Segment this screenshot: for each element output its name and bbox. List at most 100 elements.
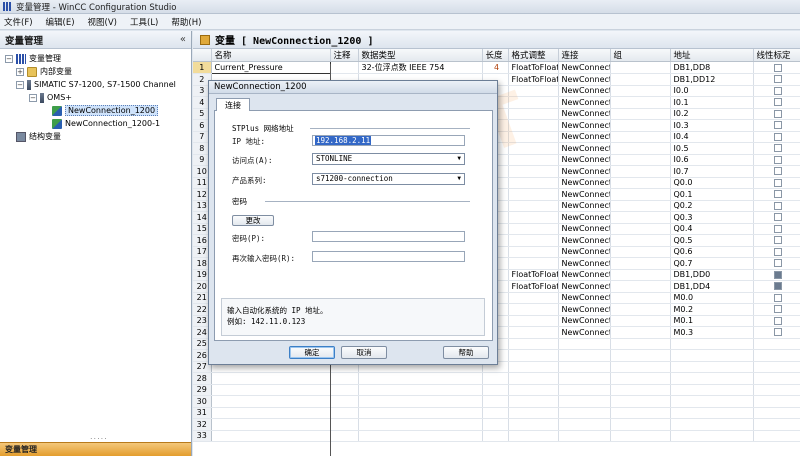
length-cell[interactable] (482, 384, 509, 396)
format-cell[interactable] (508, 131, 559, 143)
splitter-grip[interactable]: ..... (90, 432, 108, 441)
linear-scaling-cell[interactable] (753, 234, 800, 247)
address-cell[interactable] (670, 361, 754, 373)
connection-cell[interactable]: NewConnectio (558, 200, 611, 212)
format-cell[interactable] (508, 108, 559, 120)
dialog-title-bar[interactable]: NewConnection_1200 (209, 81, 497, 94)
address-cell[interactable]: I0.5 (670, 142, 754, 155)
connection-cell[interactable]: NewConnectio (558, 292, 611, 304)
group-cell[interactable] (610, 85, 671, 97)
connection-cell[interactable]: NewConnectio (558, 257, 611, 270)
address-cell[interactable]: I0.0 (670, 85, 754, 97)
group-cell[interactable] (610, 361, 671, 373)
linear-scaling-cell[interactable] (753, 269, 800, 281)
address-cell[interactable]: I0.3 (670, 119, 754, 132)
group-cell[interactable] (610, 211, 671, 224)
group-cell[interactable] (610, 430, 671, 442)
linear-scaling-checkbox[interactable] (774, 213, 782, 222)
datatype-cell[interactable] (358, 418, 483, 431)
linear-scaling-cell[interactable] (753, 211, 800, 224)
address-cell[interactable]: M0.1 (670, 315, 754, 327)
format-cell[interactable] (508, 418, 559, 431)
address-cell[interactable] (670, 407, 754, 419)
address-cell[interactable]: Q0.2 (670, 200, 754, 212)
tree-item-root[interactable]: − 变量管理 (0, 52, 191, 65)
format-cell[interactable] (508, 384, 559, 396)
group-cell[interactable] (610, 142, 671, 155)
linear-scaling-cell[interactable] (753, 257, 800, 270)
connection-cell[interactable]: NewConnectio (558, 61, 611, 74)
datatype-cell[interactable]: 32-位浮点数 IEEE 754 (358, 61, 483, 74)
linear-scaling-cell[interactable] (753, 85, 800, 97)
address-cell[interactable]: I0.7 (670, 165, 754, 178)
linear-scaling-cell[interactable] (753, 165, 800, 178)
linear-scaling-cell[interactable] (753, 349, 800, 362)
name-cell[interactable] (211, 407, 331, 419)
linear-scaling-checkbox[interactable] (774, 259, 782, 268)
group-cell[interactable] (610, 234, 671, 247)
comment-cell[interactable] (330, 418, 359, 431)
linear-scaling-cell[interactable] (753, 223, 800, 235)
format-cell[interactable] (508, 361, 559, 373)
address-cell[interactable]: I0.4 (670, 131, 754, 143)
address-cell[interactable]: DB1,DD8 (670, 61, 754, 74)
linear-scaling-cell[interactable] (753, 418, 800, 431)
datatype-cell[interactable] (358, 430, 483, 442)
tree-item-connection-1200-1[interactable]: NewConnection_1200-1 (0, 117, 191, 130)
linear-scaling-checkbox[interactable] (774, 236, 782, 245)
address-cell[interactable] (670, 418, 754, 431)
confirm-password-input[interactable] (312, 251, 465, 262)
linear-scaling-checkbox[interactable] (774, 98, 782, 107)
group-cell[interactable] (610, 108, 671, 120)
format-cell[interactable] (508, 315, 559, 327)
name-cell[interactable] (211, 430, 331, 442)
expand-toggle-icon[interactable]: + (16, 67, 24, 76)
connection-cell[interactable]: NewConnectio (558, 326, 611, 339)
format-cell[interactable] (508, 407, 559, 419)
linear-scaling-checkbox[interactable] (774, 305, 782, 314)
linear-scaling-checkbox[interactable] (774, 167, 782, 176)
group-cell[interactable] (610, 269, 671, 281)
ok-button[interactable]: 确定 (289, 346, 335, 359)
table-row[interactable]: 33 (193, 430, 800, 442)
linear-scaling-checkbox[interactable] (774, 178, 782, 187)
ip-address-input[interactable]: 192.168.2.11 (312, 135, 465, 146)
collapse-toggle-icon[interactable]: − (16, 80, 24, 89)
menu-help[interactable]: 帮助(H) (171, 16, 201, 28)
address-cell[interactable]: M0.2 (670, 303, 754, 316)
connection-cell[interactable]: NewConnectio (558, 131, 611, 143)
format-cell[interactable] (508, 326, 559, 339)
name-cell[interactable] (211, 384, 331, 396)
format-cell[interactable] (508, 223, 559, 235)
connection-cell[interactable]: NewConnectio (558, 315, 611, 327)
tree-item-oms[interactable]: − OMS+ (0, 91, 191, 104)
comment-cell[interactable] (330, 61, 359, 74)
linear-scaling-cell[interactable] (753, 338, 800, 350)
linear-scaling-checkbox[interactable] (774, 121, 782, 130)
column-header-group[interactable]: 组 (610, 49, 671, 62)
group-cell[interactable] (610, 200, 671, 212)
linear-scaling-checkbox[interactable] (774, 201, 782, 210)
table-row[interactable]: 31 (193, 407, 800, 419)
length-cell[interactable] (482, 418, 509, 431)
length-cell[interactable] (482, 407, 509, 419)
row-number[interactable]: 31 (193, 407, 212, 419)
format-cell[interactable]: FloatToFloat (508, 73, 559, 86)
linear-scaling-cell[interactable] (753, 142, 800, 155)
linear-scaling-cell[interactable] (753, 280, 800, 293)
datatype-cell[interactable] (358, 407, 483, 419)
connection-cell[interactable] (558, 372, 611, 385)
linear-scaling-cell[interactable] (753, 361, 800, 373)
table-row[interactable]: 29 (193, 384, 800, 396)
address-cell[interactable]: Q0.3 (670, 211, 754, 224)
format-cell[interactable] (508, 119, 559, 132)
group-cell[interactable] (610, 246, 671, 258)
table-row[interactable]: 1 Current_Pressure 32-位浮点数 IEEE 754 4 FloatT… (193, 61, 800, 74)
group-cell[interactable] (610, 177, 671, 189)
connection-cell[interactable]: NewConnectio (558, 234, 611, 247)
address-cell[interactable] (670, 338, 754, 350)
address-cell[interactable] (670, 372, 754, 385)
group-cell[interactable] (610, 223, 671, 235)
format-cell[interactable] (508, 85, 559, 97)
menu-tools[interactable]: 工具(L) (130, 16, 158, 28)
